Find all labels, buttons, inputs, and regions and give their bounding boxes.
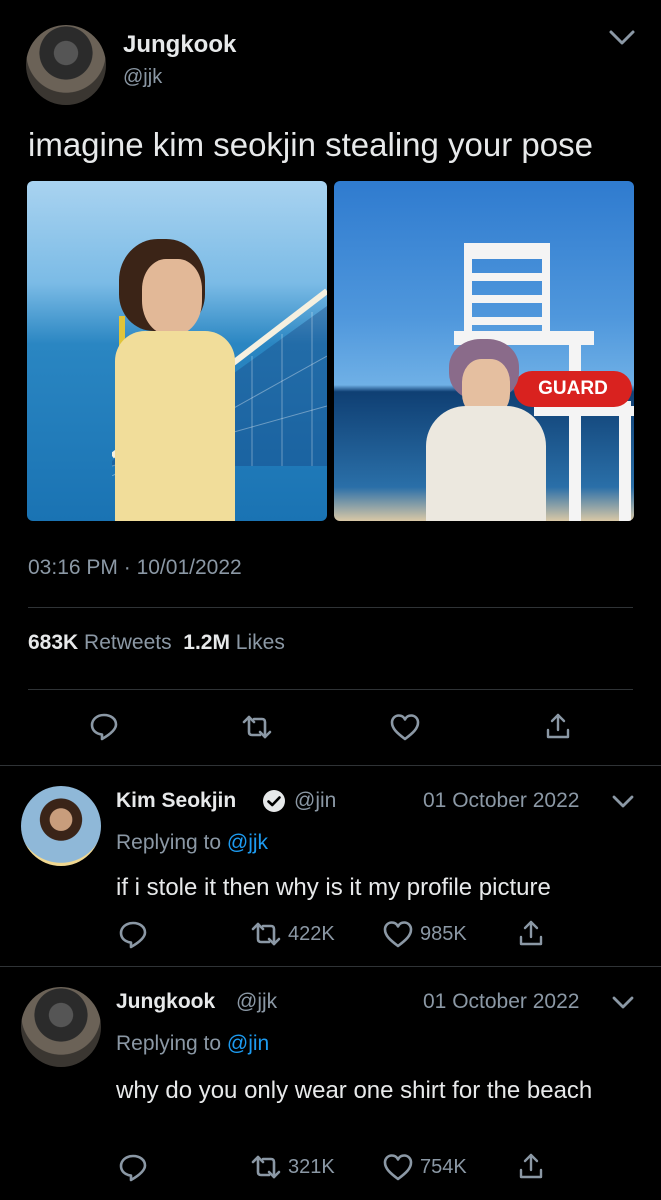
tweet-timestamp[interactable]: 03:16 PM · 10/01/2022 <box>28 556 242 580</box>
replying-prefix: Replying to <box>116 1032 222 1055</box>
author-name[interactable]: Jungkook <box>116 990 215 1014</box>
reply-icon <box>119 1154 147 1182</box>
retweets-count[interactable]: 683K <box>28 631 78 654</box>
replying-prefix: Replying to <box>116 831 222 854</box>
reply-button[interactable] <box>89 711 119 741</box>
replying-to: Replying to @jin <box>116 1032 269 1056</box>
share-icon <box>519 1153 543 1179</box>
tweet-time: 03:16 PM <box>28 556 118 579</box>
person-shirt <box>115 331 235 521</box>
main-tweet: Jungkook @jjk imagine kim seokjin steali… <box>0 0 661 765</box>
rescue-buoy: GUARD <box>514 371 632 407</box>
retweet-count: 321K <box>288 1155 335 1178</box>
guard-sign-text: GUARD <box>538 378 608 399</box>
like-icon <box>383 921 413 948</box>
dot-separator: · <box>123 556 131 579</box>
tweet-stats: 683K Retweets 1.2M Likes <box>28 631 285 655</box>
reply-button[interactable] <box>118 919 148 949</box>
avatar[interactable] <box>26 25 106 105</box>
verified-icon <box>263 790 285 812</box>
replying-to-handle[interactable]: @jin <box>227 1032 269 1055</box>
chevron-down-icon[interactable] <box>611 995 635 1011</box>
reply-text: why do you only wear one shirt for the b… <box>116 1077 593 1104</box>
retweet-icon <box>242 715 272 739</box>
reply-tweet[interactable]: Kim Seokjin @jin 01 October 2022 Replyin… <box>0 766 661 966</box>
person-face <box>142 259 202 335</box>
retweet-button[interactable] <box>241 712 273 742</box>
share-button[interactable] <box>518 1151 544 1181</box>
share-button[interactable] <box>545 711 571 741</box>
reply-text: if i stole it then why is it my profile … <box>116 874 551 901</box>
like-button[interactable] <box>389 712 421 742</box>
like-button[interactable]: 985K <box>382 919 467 949</box>
likes-count[interactable]: 1.2M <box>183 631 230 654</box>
divider <box>28 607 633 608</box>
reply-icon <box>90 713 118 741</box>
chair-leg <box>569 331 581 521</box>
share-icon <box>519 920 543 946</box>
share-button[interactable] <box>518 918 544 948</box>
replying-to: Replying to @jjk <box>116 831 268 855</box>
author-handle[interactable]: @jin <box>294 789 336 813</box>
retweet-icon <box>251 922 281 946</box>
author-handle[interactable]: @jjk <box>236 990 277 1014</box>
likes-label[interactable]: Likes <box>236 631 285 654</box>
reply-date[interactable]: 01 October 2022 <box>423 789 579 813</box>
reply-icon <box>119 921 147 949</box>
retweet-icon <box>251 1155 281 1179</box>
like-button[interactable]: 754K <box>382 1152 467 1182</box>
chevron-down-icon[interactable] <box>608 28 636 48</box>
chevron-down-icon[interactable] <box>611 794 635 810</box>
media-photo-right[interactable]: GUARD <box>334 181 634 521</box>
share-icon <box>546 713 570 739</box>
retweet-button[interactable]: 422K <box>250 919 335 949</box>
chair-rail <box>534 406 634 416</box>
like-count: 754K <box>420 1155 467 1178</box>
reply-date[interactable]: 01 October 2022 <box>423 990 579 1014</box>
tweet-date: 10/01/2022 <box>136 556 242 579</box>
retweet-button[interactable]: 321K <box>250 1152 335 1182</box>
author-name[interactable]: Jungkook <box>123 31 236 59</box>
like-icon <box>383 1154 413 1181</box>
person-shirt <box>426 406 546 521</box>
like-count: 985K <box>420 922 467 945</box>
tweet-text: imagine kim seokjin stealing your pose <box>28 126 593 163</box>
divider <box>28 689 633 690</box>
reply-button[interactable] <box>118 1152 148 1182</box>
like-icon <box>390 714 420 741</box>
retweets-label[interactable]: Retweets <box>84 631 172 654</box>
retweet-count: 422K <box>288 922 335 945</box>
reply-tweet[interactable]: Jungkook @jjk 01 October 2022 Replying t… <box>0 967 661 1200</box>
avatar[interactable] <box>21 987 101 1067</box>
chair-back <box>464 243 550 343</box>
author-handle[interactable]: @jjk <box>123 66 162 89</box>
chair-leg <box>619 401 631 521</box>
author-name[interactable]: Kim Seokjin <box>116 789 236 813</box>
avatar[interactable] <box>21 786 101 866</box>
replying-to-handle[interactable]: @jjk <box>227 831 268 854</box>
media-photo-left[interactable] <box>27 181 327 521</box>
